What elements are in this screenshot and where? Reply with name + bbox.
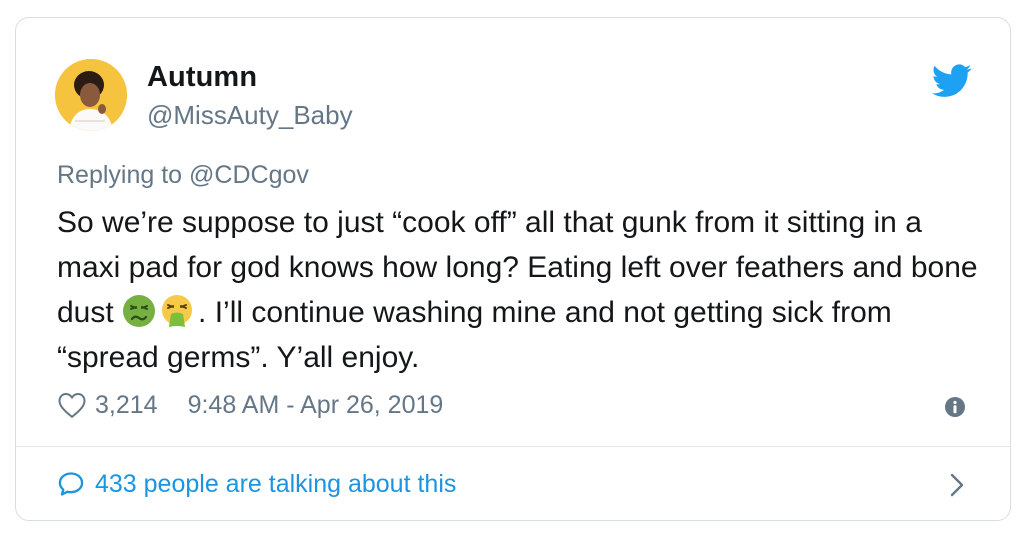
heart-icon[interactable] [57,391,87,419]
reply-mention-link[interactable]: @CDCgov [189,161,309,189]
like-count[interactable]: 3,214 [95,391,158,420]
replying-prefix: Replying to [57,161,183,189]
tweet-card[interactable]: Autumn @MissAuty_Baby Replying to @CDCgo… [15,17,1011,521]
nauseated-face-emoji [122,294,156,328]
info-icon[interactable] [944,396,966,418]
tweet-meta: 3,214 9:48 AM - Apr 26, 2019 [57,390,443,420]
avatar-image [55,59,127,131]
timestamp[interactable]: 9:48 AM - Apr 26, 2019 [188,391,444,420]
replying-to: Replying to @CDCgov [57,161,309,190]
display-name[interactable]: Autumn [147,61,257,94]
user-handle[interactable]: @MissAuty_Baby [147,100,353,131]
speech-bubble-icon [58,472,84,496]
face-vomiting-emoji [160,294,194,328]
conversation-link[interactable]: 433 people are talking about this [57,468,456,500]
chevron-right-icon[interactable] [948,472,966,498]
divider [16,446,1010,447]
tweet-text: So we’re suppose to just “cook off” all … [57,200,987,380]
twitter-bird-icon[interactable] [931,64,972,98]
avatar[interactable] [55,59,127,131]
conversation-label[interactable]: 433 people are talking about this [95,470,456,499]
